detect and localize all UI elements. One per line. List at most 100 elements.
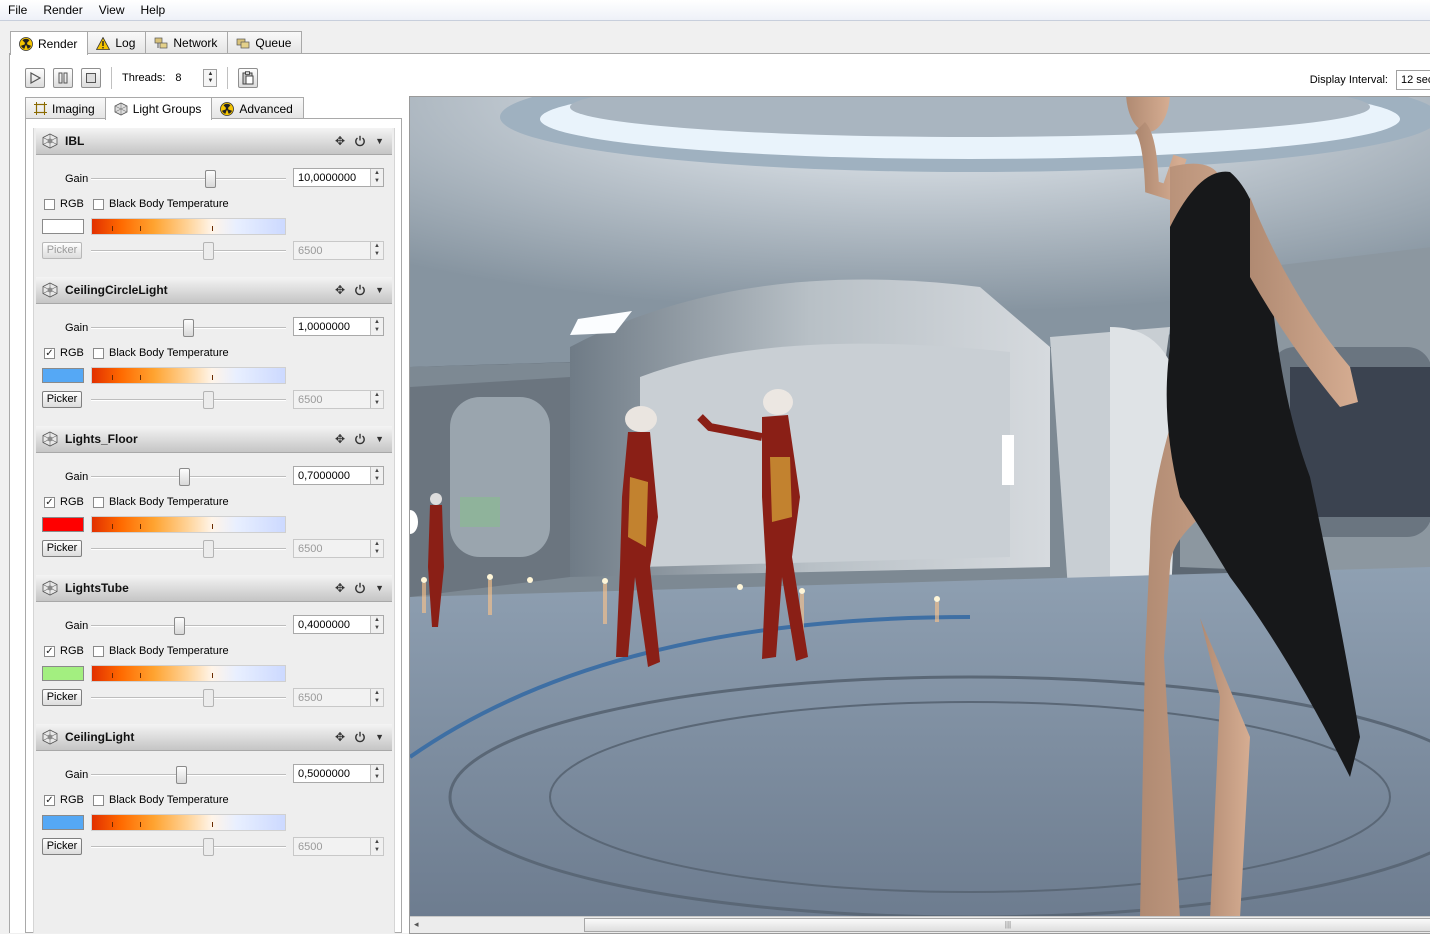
gain-slider-handle[interactable] — [176, 766, 187, 784]
gain-label: Gain — [65, 173, 89, 185]
move-icon[interactable]: ✥ — [335, 730, 345, 744]
gain-slider-handle[interactable] — [179, 468, 190, 486]
tab-advanced[interactable]: Advanced — [211, 97, 304, 119]
power-icon[interactable] — [354, 433, 366, 445]
tab-imaging[interactable]: Imaging — [25, 97, 106, 119]
chevron-down-icon[interactable]: ▼ — [375, 583, 384, 593]
color-swatch[interactable] — [42, 666, 84, 681]
light-group: IBL ✥ ▼ Gain 10,0000000 ▲ ▼ RGB Black Body… — [36, 128, 392, 277]
rgb-checkbox[interactable]: ✓ — [44, 646, 55, 657]
rgb-checkbox[interactable]: ✓ — [44, 497, 55, 508]
gain-stepper[interactable]: ▲ ▼ — [370, 169, 383, 186]
start-button[interactable] — [25, 68, 45, 88]
scroll-thumb[interactable]: ||| — [584, 918, 1430, 932]
picker-button[interactable]: Picker — [42, 242, 82, 259]
light-group-icon — [42, 133, 58, 149]
temperature-slider-handle — [203, 689, 214, 707]
move-icon[interactable]: ✥ — [335, 432, 345, 446]
chevron-down-icon[interactable]: ▼ — [375, 732, 384, 742]
color-swatch[interactable] — [42, 219, 84, 234]
gain-slider-handle[interactable] — [183, 319, 194, 337]
power-icon[interactable] — [354, 731, 366, 743]
gain-input[interactable]: 1,0000000 ▲ ▼ — [293, 317, 384, 336]
scroll-left-icon[interactable]: ◂ — [414, 919, 419, 930]
tab-render[interactable]: Render — [10, 31, 89, 55]
tab-log[interactable]: Log — [87, 31, 147, 54]
blackbody-label: Black Body Temperature — [109, 645, 229, 657]
rgb-checkbox[interactable] — [44, 199, 55, 210]
move-icon[interactable]: ✥ — [335, 581, 345, 595]
gain-slider[interactable] — [91, 764, 286, 786]
chevron-down-icon[interactable]: ▼ — [375, 136, 384, 146]
render-viewport[interactable]: ◂ ||| — [409, 96, 1430, 934]
mode-row: ✓ RGB Black Body Temperature — [36, 492, 392, 514]
color-swatch[interactable] — [42, 517, 84, 532]
tab-queue[interactable]: Queue — [227, 31, 303, 54]
power-icon[interactable] — [354, 135, 366, 147]
gain-slider-handle[interactable] — [174, 617, 185, 635]
rgb-checkbox[interactable]: ✓ — [44, 348, 55, 359]
gain-stepper[interactable]: ▲ ▼ — [370, 318, 383, 335]
temperature-input: 6500 ▲ ▼ — [293, 390, 384, 409]
light-group: CeilingLight ✥ ▼ Gain 0,5000000 ▲ ▼ ✓ RGB … — [36, 724, 392, 873]
rgb-checkbox[interactable]: ✓ — [44, 795, 55, 806]
color-row — [36, 515, 392, 537]
chevron-down-icon[interactable]: ▼ — [375, 434, 384, 444]
toolbar-separator — [111, 67, 112, 89]
light-groups-list[interactable]: IBL ✥ ▼ Gain 10,0000000 ▲ ▼ RGB Black Body… — [33, 128, 395, 933]
menu-help[interactable]: Help — [133, 3, 174, 17]
gain-stepper[interactable]: ▲ ▼ — [370, 765, 383, 782]
color-swatch[interactable] — [42, 815, 84, 830]
gain-slider[interactable] — [91, 466, 286, 488]
copy-button[interactable] — [238, 68, 259, 88]
scroll-grip-icon: ||| — [1004, 920, 1012, 929]
gain-input[interactable]: 0,4000000 ▲ ▼ — [293, 615, 384, 634]
light-group-header[interactable]: Lights_Floor ✥ ▼ — [36, 426, 392, 453]
color-swatch[interactable] — [42, 368, 84, 383]
mode-row: ✓ RGB Black Body Temperature — [36, 790, 392, 812]
gain-input[interactable]: 0,5000000 ▲ ▼ — [293, 764, 384, 783]
stop-button[interactable] — [81, 68, 101, 88]
gain-stepper[interactable]: ▲ ▼ — [370, 467, 383, 484]
blackbody-checkbox[interactable] — [93, 497, 104, 508]
gain-input[interactable]: 0,7000000 ▲ ▼ — [293, 466, 384, 485]
tab-network[interactable]: Network — [145, 31, 229, 54]
gain-slider-handle[interactable] — [205, 170, 216, 188]
power-icon[interactable] — [354, 284, 366, 296]
move-icon[interactable]: ✥ — [335, 283, 345, 297]
light-group-header[interactable]: LightsTube ✥ ▼ — [36, 575, 392, 602]
blackbody-checkbox[interactable] — [93, 646, 104, 657]
blackbody-checkbox[interactable] — [93, 795, 104, 806]
picker-row: Picker 6500 ▲ ▼ — [36, 538, 392, 560]
move-icon[interactable]: ✥ — [335, 134, 345, 148]
picker-button[interactable]: Picker — [42, 391, 82, 408]
menu-file[interactable]: File — [0, 3, 35, 17]
gain-slider[interactable] — [91, 168, 286, 190]
gain-slider[interactable] — [91, 317, 286, 339]
gain-input[interactable]: 10,0000000 ▲ ▼ — [293, 168, 384, 187]
threads-value[interactable]: 8 — [173, 72, 195, 84]
picker-button[interactable]: Picker — [42, 838, 82, 855]
blackbody-checkbox[interactable] — [93, 348, 104, 359]
light-group-header[interactable]: CeilingLight ✥ ▼ — [36, 724, 392, 751]
picker-button[interactable]: Picker — [42, 540, 82, 557]
light-group-header[interactable]: CeilingCircleLight ✥ ▼ — [36, 277, 392, 304]
light-group-header[interactable]: IBL ✥ ▼ — [36, 128, 392, 155]
pause-button[interactable] — [53, 68, 73, 88]
color-row — [36, 366, 392, 388]
horizontal-scrollbar[interactable]: ◂ ||| — [410, 916, 1430, 933]
blackbody-label: Black Body Temperature — [109, 347, 229, 359]
display-interval-select[interactable]: 12 sec — [1396, 70, 1430, 90]
chevron-down-icon[interactable]: ▼ — [375, 285, 384, 295]
gain-slider[interactable] — [91, 615, 286, 637]
menu-view[interactable]: View — [91, 3, 133, 17]
tab-light-groups[interactable]: Light Groups — [104, 97, 213, 120]
gain-stepper[interactable]: ▲ ▼ — [370, 616, 383, 633]
gain-label: Gain — [65, 769, 89, 781]
blackbody-label: Black Body Temperature — [109, 794, 229, 806]
menu-render[interactable]: Render — [35, 3, 90, 17]
threads-stepper[interactable]: ▲ ▼ — [203, 69, 218, 87]
picker-button[interactable]: Picker — [42, 689, 82, 706]
blackbody-checkbox[interactable] — [93, 199, 104, 210]
power-icon[interactable] — [354, 582, 366, 594]
